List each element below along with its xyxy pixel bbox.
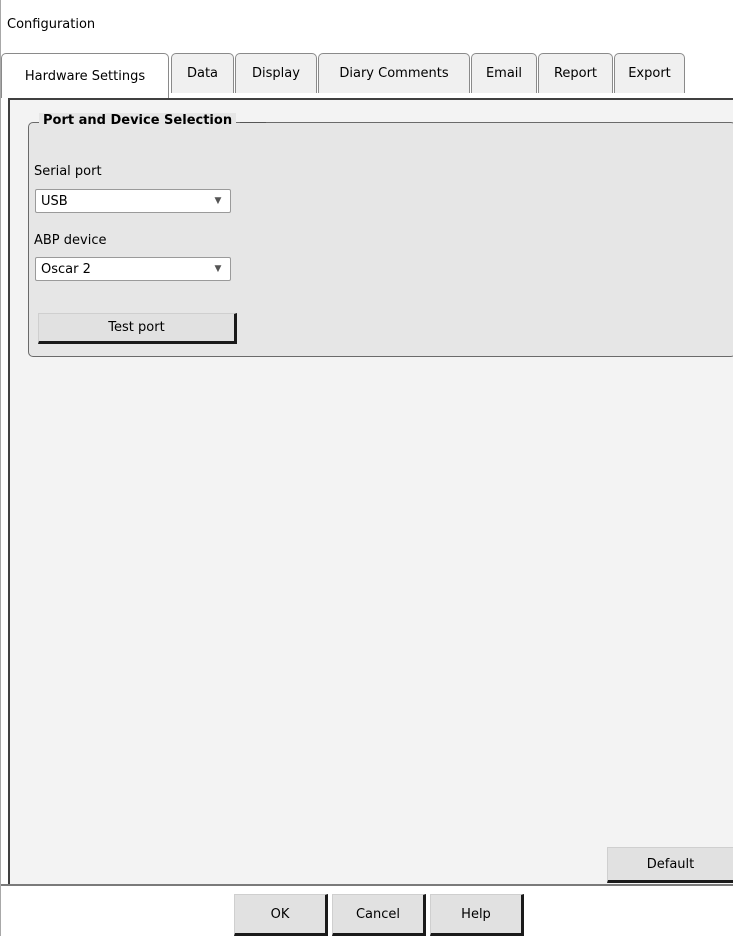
- chevron-down-icon: ▼: [214, 196, 222, 206]
- ok-button[interactable]: OK: [234, 894, 328, 936]
- window-title: Configuration: [7, 17, 96, 32]
- serial-port-value: USB: [41, 193, 68, 209]
- configuration-window: Configuration Hardware Settings Data Dis…: [0, 0, 733, 936]
- abp-device-label: ABP device: [34, 233, 107, 248]
- help-button[interactable]: Help: [430, 894, 524, 936]
- default-button[interactable]: Default: [607, 847, 733, 883]
- tab-hardware-settings[interactable]: Hardware Settings: [1, 53, 169, 98]
- abp-device-value: Oscar 2: [41, 261, 91, 277]
- abp-device-select[interactable]: Oscar 2 ▼: [35, 257, 231, 281]
- tab-export[interactable]: Export: [614, 53, 685, 93]
- cancel-button[interactable]: Cancel: [332, 894, 426, 936]
- port-device-group: Port and Device Selection Serial port US…: [28, 113, 733, 357]
- tab-diary-comments[interactable]: Diary Comments: [318, 53, 470, 93]
- tab-content-panel: Port and Device Selection Serial port US…: [8, 98, 733, 884]
- test-port-button[interactable]: Test port: [38, 313, 237, 344]
- tab-report[interactable]: Report: [538, 53, 613, 93]
- tab-email[interactable]: Email: [471, 53, 537, 93]
- serial-port-select[interactable]: USB ▼: [35, 189, 231, 213]
- tab-strip: Hardware Settings Data Display Diary Com…: [1, 53, 733, 99]
- chevron-down-icon: ▼: [214, 264, 222, 274]
- serial-port-label: Serial port: [34, 164, 102, 179]
- tab-display[interactable]: Display: [235, 53, 317, 93]
- group-title: Port and Device Selection: [39, 113, 267, 128]
- footer-divider: [1, 884, 733, 886]
- tab-data[interactable]: Data: [171, 53, 234, 93]
